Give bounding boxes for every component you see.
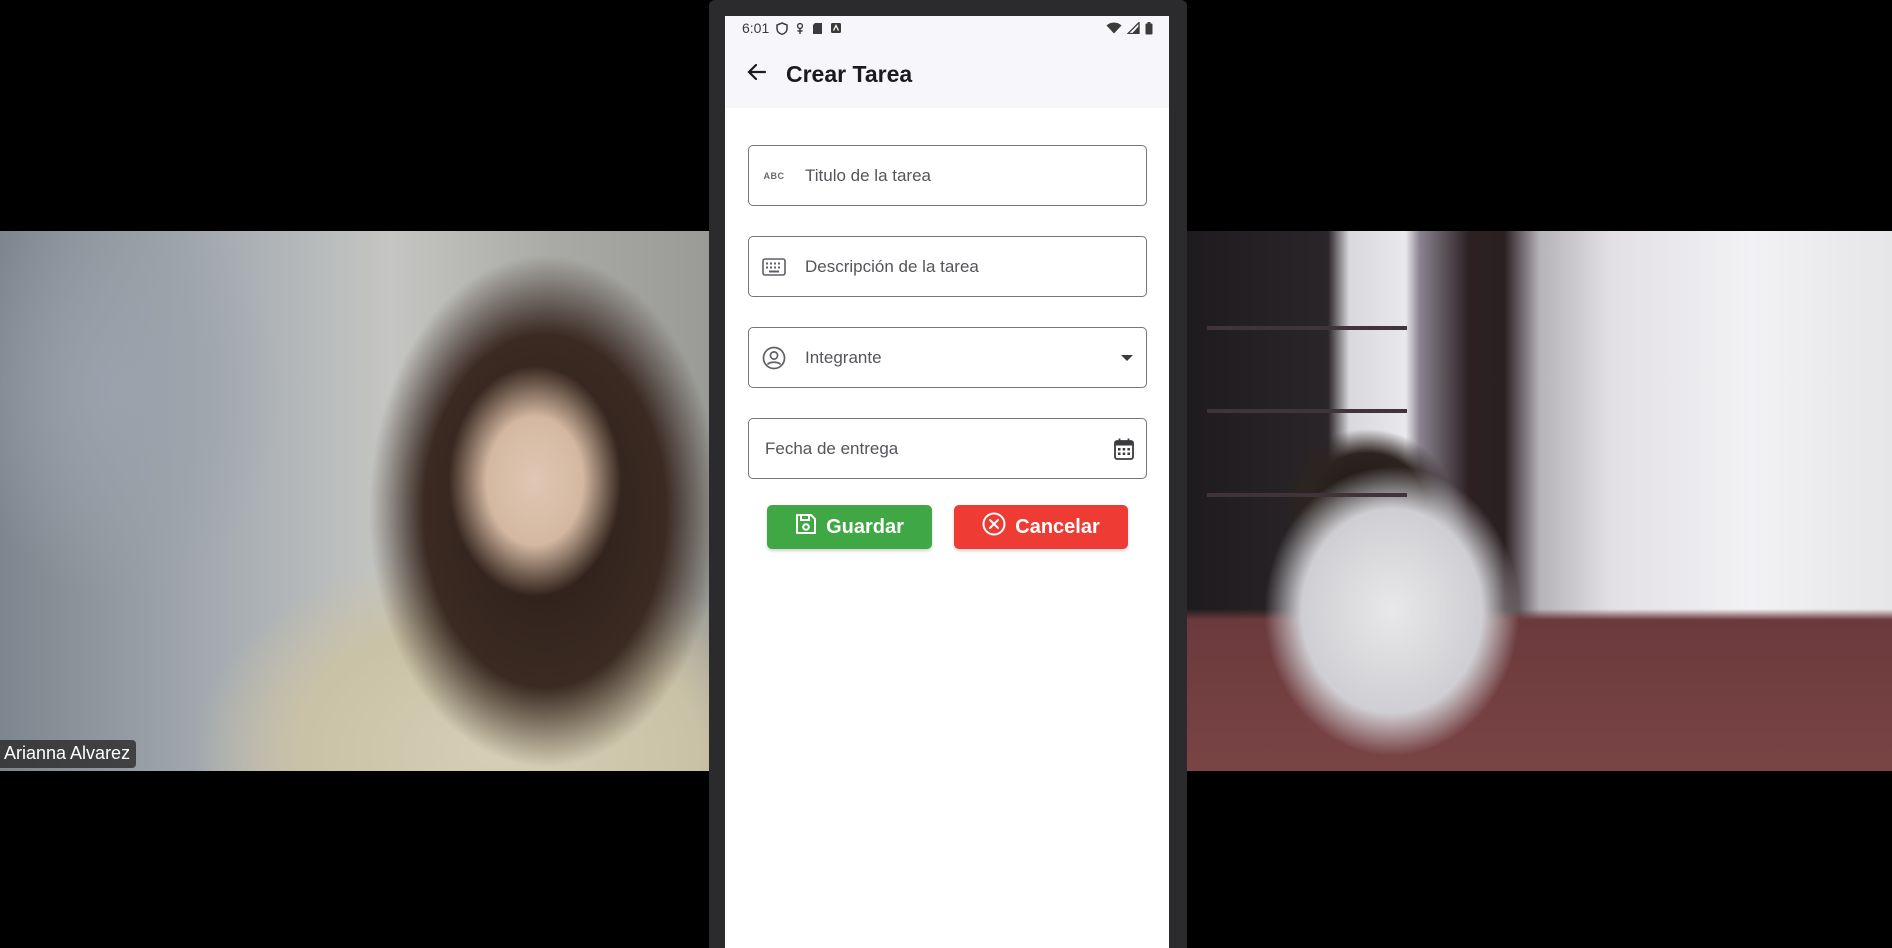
participant-video-right xyxy=(1187,231,1892,771)
top-app-bar: Crear Tarea xyxy=(725,40,1169,108)
app-notification-icon xyxy=(830,22,842,34)
participant-video-left: Arianna Alvarez xyxy=(0,231,709,771)
arrow-back-icon xyxy=(747,63,767,86)
form-actions: Guardar Cancelar xyxy=(748,505,1147,549)
status-time: 6:01 xyxy=(742,20,770,36)
page-title: Crear Tarea xyxy=(786,60,913,87)
usb-debug-icon xyxy=(795,22,805,35)
task-title-placeholder: Titulo de la tarea xyxy=(805,165,931,185)
status-bar: 6:01 xyxy=(725,16,1169,40)
account-circle-icon xyxy=(751,346,797,370)
abc-icon: ABC xyxy=(763,170,785,181)
keyboard-icon xyxy=(751,257,797,276)
shared-phone-screen: 6:01 Crear Tarea ABC Titulo de la tarea … xyxy=(709,0,1187,948)
due-date-placeholder: Fecha de entrega xyxy=(765,438,899,458)
calendar-icon[interactable] xyxy=(1114,419,1134,478)
task-title-field[interactable]: ABC Titulo de la tarea xyxy=(748,145,1147,206)
due-date-field[interactable]: Fecha de entrega xyxy=(748,418,1147,479)
back-button[interactable] xyxy=(743,60,771,88)
cancel-button-label: Cancelar xyxy=(1015,515,1100,538)
close-circle-icon xyxy=(982,512,1006,542)
battery-icon xyxy=(1145,21,1153,35)
save-button[interactable]: Guardar xyxy=(767,505,932,549)
phone-display: 6:01 Crear Tarea ABC Titulo de la tarea … xyxy=(725,16,1169,948)
save-button-label: Guardar xyxy=(826,515,904,538)
save-icon xyxy=(795,513,817,541)
member-select-placeholder: Integrante xyxy=(805,347,882,367)
task-description-placeholder: Descripción de la tarea xyxy=(805,256,979,276)
wifi-icon xyxy=(1106,22,1122,34)
dropdown-arrow-icon[interactable] xyxy=(1120,328,1134,387)
sd-card-icon xyxy=(812,22,823,35)
shield-icon xyxy=(776,21,788,35)
member-select[interactable]: Integrante xyxy=(748,327,1147,388)
shelf-line xyxy=(1207,409,1407,413)
task-form: ABC Titulo de la tarea Descripción de la… xyxy=(725,108,1169,549)
task-description-field[interactable]: Descripción de la tarea xyxy=(748,236,1147,297)
cancel-button[interactable]: Cancelar xyxy=(954,505,1128,549)
participant-name-tag: Arianna Alvarez xyxy=(0,740,137,768)
shelf-line xyxy=(1207,326,1407,330)
signal-icon xyxy=(1127,22,1140,34)
shelf-line xyxy=(1207,493,1407,497)
